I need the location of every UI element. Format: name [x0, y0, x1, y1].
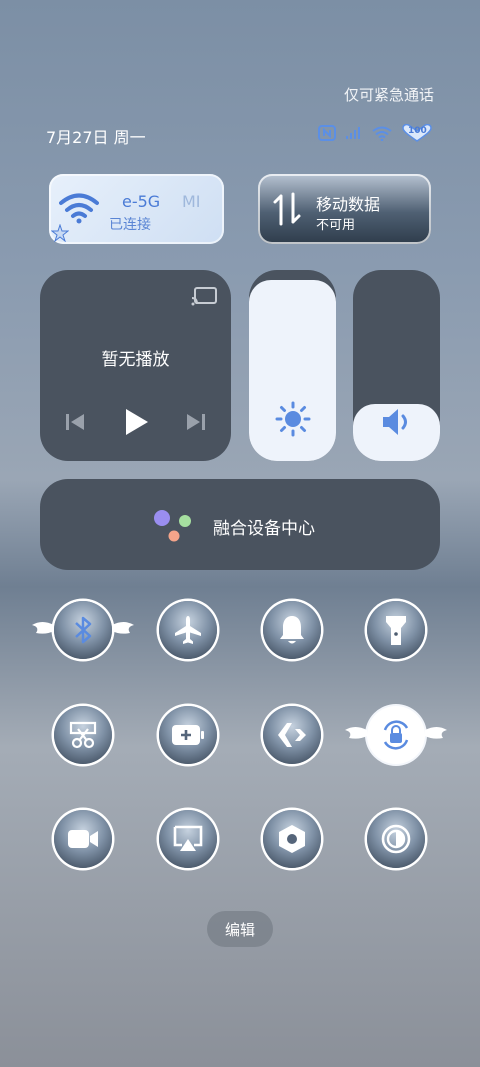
hexagon-settings-icon — [279, 825, 305, 853]
wifi-status: 已连接 — [109, 217, 151, 233]
volume-slider[interactable] — [353, 270, 440, 461]
settings-toggle[interactable] — [263, 810, 321, 868]
wing-left-icon — [345, 727, 367, 739]
cast-screen-icon — [173, 825, 203, 851]
previous-track-icon[interactable] — [65, 412, 85, 436]
scissors-icon — [69, 721, 97, 749]
cast-icon[interactable] — [191, 287, 217, 311]
data-arrows-icon — [272, 192, 302, 230]
airplane-icon — [175, 616, 201, 644]
bell-icon — [280, 616, 304, 644]
wing-right-icon — [112, 622, 134, 634]
wifi-tile[interactable]: e-5G MI 已连接 — [49, 174, 224, 244]
status-bar-icons: 100 — [318, 124, 432, 142]
next-track-icon[interactable] — [186, 412, 206, 436]
battery-saver-toggle[interactable] — [159, 706, 217, 764]
share-arrows-icon — [278, 723, 306, 747]
wifi-status-icon — [372, 126, 392, 141]
rotation-lock-icon — [383, 720, 409, 750]
screenshot-toggle[interactable] — [54, 706, 112, 764]
battery-level-text: 100 — [408, 126, 427, 136]
screen-cast-toggle[interactable] — [159, 810, 217, 868]
bluetooth-icon — [75, 616, 92, 644]
airplane-toggle[interactable] — [159, 601, 217, 659]
device-center-label: 融合设备中心 — [213, 519, 315, 539]
wing-left-icon — [32, 622, 54, 634]
brightness-slider[interactable] — [249, 270, 336, 461]
wing-right-icon — [425, 727, 447, 739]
play-icon[interactable] — [123, 407, 149, 441]
wifi-ssid-tail: MI — [182, 192, 201, 211]
edit-button[interactable]: 编辑 — [207, 911, 273, 947]
dark-mode-icon — [381, 824, 411, 854]
media-player-panel[interactable]: 暂无播放 — [40, 270, 231, 461]
flashlight-toggle[interactable] — [367, 601, 425, 659]
mobile-data-status: 不可用 — [316, 218, 356, 233]
sun-icon — [249, 401, 336, 437]
device-center-panel[interactable]: 融合设备中心 — [40, 479, 440, 570]
nearby-share-toggle[interactable] — [263, 706, 321, 764]
media-title: 暂无播放 — [101, 350, 170, 370]
battery-icon: 100 — [402, 124, 432, 142]
device-center-icon — [154, 510, 191, 542]
wifi-icon — [59, 192, 99, 228]
rotation-lock-toggle[interactable] — [345, 706, 447, 764]
signal-icon — [346, 127, 362, 139]
flashlight-icon — [386, 616, 406, 645]
emergency-call-text: 仅可紧急通话 — [343, 86, 434, 104]
speaker-icon — [353, 407, 440, 437]
battery-plus-icon — [172, 725, 204, 745]
bluetooth-toggle[interactable] — [32, 601, 134, 659]
wifi-ssid: e-5G — [122, 192, 161, 211]
screen-record-toggle[interactable] — [54, 810, 112, 868]
ringer-toggle[interactable] — [263, 601, 321, 659]
video-camera-icon — [68, 830, 98, 848]
dark-mode-toggle[interactable] — [367, 810, 425, 868]
date-text: 7月27日 周一 — [46, 128, 146, 147]
mobile-data-tile[interactable]: 移动数据 不可用 — [258, 174, 431, 244]
nfc-icon — [318, 125, 336, 141]
star-icon — [50, 223, 70, 246]
mobile-data-title: 移动数据 — [316, 195, 381, 214]
